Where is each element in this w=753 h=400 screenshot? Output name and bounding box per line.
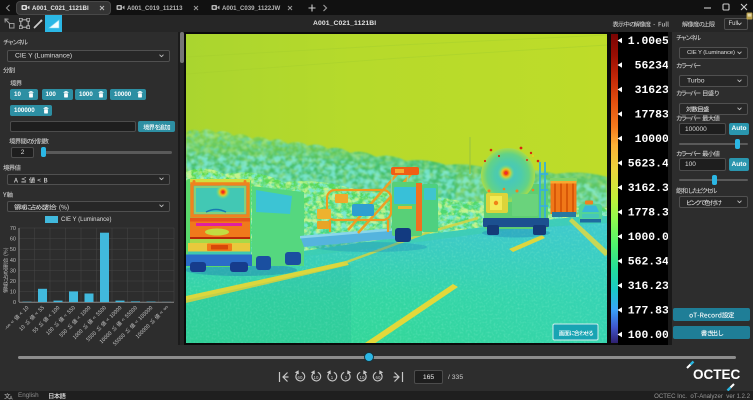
svg-text:1000.0: 1000.0 xyxy=(628,232,669,244)
svg-text:177.83: 177.83 xyxy=(628,306,669,318)
svg-text:0: 0 xyxy=(13,300,16,306)
svg-text:1.00e5: 1.00e5 xyxy=(628,36,669,48)
svg-text:60: 60 xyxy=(10,237,16,243)
svg-text:40: 40 xyxy=(10,258,16,264)
svg-text:100.00: 100.00 xyxy=(628,330,669,342)
svg-text:56234: 56234 xyxy=(635,61,669,73)
svg-text:10: 10 xyxy=(360,375,365,380)
svg-text:10: 10 xyxy=(314,375,319,380)
svg-text:5623.4: 5623.4 xyxy=(628,159,669,171)
svg-text:60: 60 xyxy=(298,375,303,380)
svg-text:70: 70 xyxy=(10,226,16,232)
svg-text:1: 1 xyxy=(345,375,348,380)
svg-text:1: 1 xyxy=(331,375,334,380)
svg-text:10: 10 xyxy=(10,290,16,296)
svg-text:1778.3: 1778.3 xyxy=(628,208,669,220)
svg-text:60: 60 xyxy=(376,375,381,380)
svg-text:3162.3: 3162.3 xyxy=(628,183,669,195)
svg-text:31623: 31623 xyxy=(635,85,669,97)
svg-text:562.34: 562.34 xyxy=(628,257,669,269)
svg-text:10000: 10000 xyxy=(635,134,669,146)
svg-text:20: 20 xyxy=(10,279,16,285)
svg-text:50: 50 xyxy=(10,247,16,253)
svg-text:316.23: 316.23 xyxy=(628,281,669,293)
svg-text:30: 30 xyxy=(10,268,16,274)
svg-text:17783: 17783 xyxy=(635,110,669,122)
